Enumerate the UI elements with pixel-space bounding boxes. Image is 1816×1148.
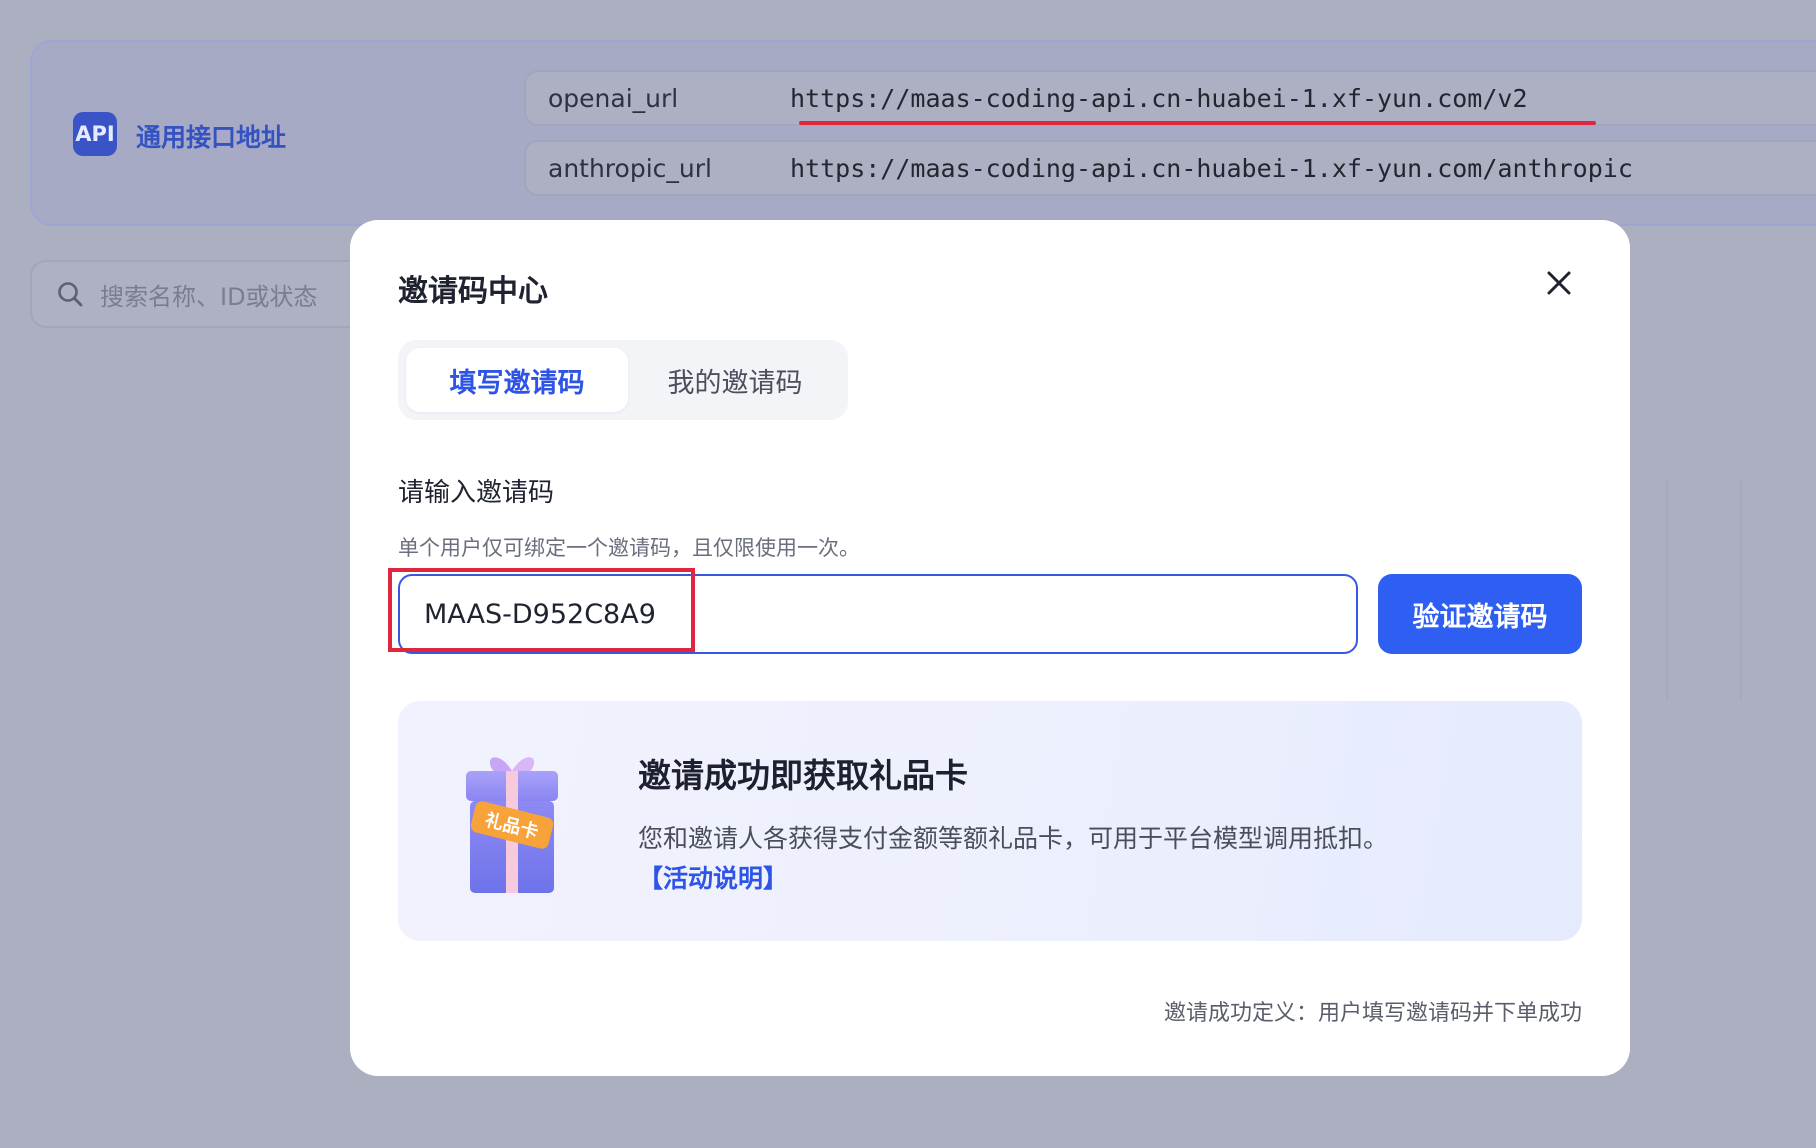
promo-title: 邀请成功即获取礼品卡 [638,756,968,795]
close-icon [1547,271,1571,295]
api-endpoint-card: API 通用接口地址 openai_url https://maas-codin… [30,40,1816,226]
tab-enter-code[interactable]: 填写邀请码 [406,348,628,412]
promo-description: 您和邀请人各获得支付金额等额礼品卡，可用于平台模型调用抵扣。 [638,824,1389,853]
divider [1740,480,1742,700]
code-field-hint: 单个用户仅可绑定一个邀请码，且仅限使用一次。 [398,536,860,560]
modal-title: 邀请码中心 [398,274,548,309]
api-section-title: 通用接口地址 [136,123,287,152]
activity-rules-link[interactable]: 【活动说明】 [638,859,788,895]
tab-bar: 填写邀请码 我的邀请码 [398,340,848,420]
invite-code-input[interactable] [398,574,1358,654]
invite-code-modal: 邀请码中心 填写邀请码 我的邀请码 请输入邀请码 单个用户仅可绑定一个邀请码，且… [350,220,1630,1076]
close-button[interactable] [1540,264,1578,302]
url-value[interactable]: https://maas-coding-api.cn-huabei-1.xf-y… [790,154,1633,183]
search-icon [58,282,83,307]
gift-card-icon: 礼品卡 [466,757,558,893]
search-placeholder: 搜索名称、ID或状态 [100,282,318,311]
url-underline-annotation [799,121,1596,125]
openai-url-row[interactable]: openai_url https://maas-coding-api.cn-hu… [524,70,1816,126]
tab-my-codes[interactable]: 我的邀请码 [630,348,840,412]
promo-banner: 礼品卡 邀请成功即获取礼品卡 您和邀请人各获得支付金额等额礼品卡，可用于平台模型… [398,701,1582,941]
code-field-label: 请输入邀请码 [398,478,555,508]
anthropic-url-row[interactable]: anthropic_url https://maas-coding-api.cn… [524,140,1816,196]
success-definition-note: 邀请成功定义：用户填写邀请码并下单成功 [1163,1001,1582,1026]
verify-code-button[interactable]: 验证邀请码 [1378,574,1582,654]
url-value[interactable]: https://maas-coding-api.cn-huabei-1.xf-y… [790,84,1528,113]
api-icon: API [73,112,117,156]
url-key: anthropic_url [548,153,712,183]
divider [1666,480,1668,700]
url-key: openai_url [548,83,679,113]
